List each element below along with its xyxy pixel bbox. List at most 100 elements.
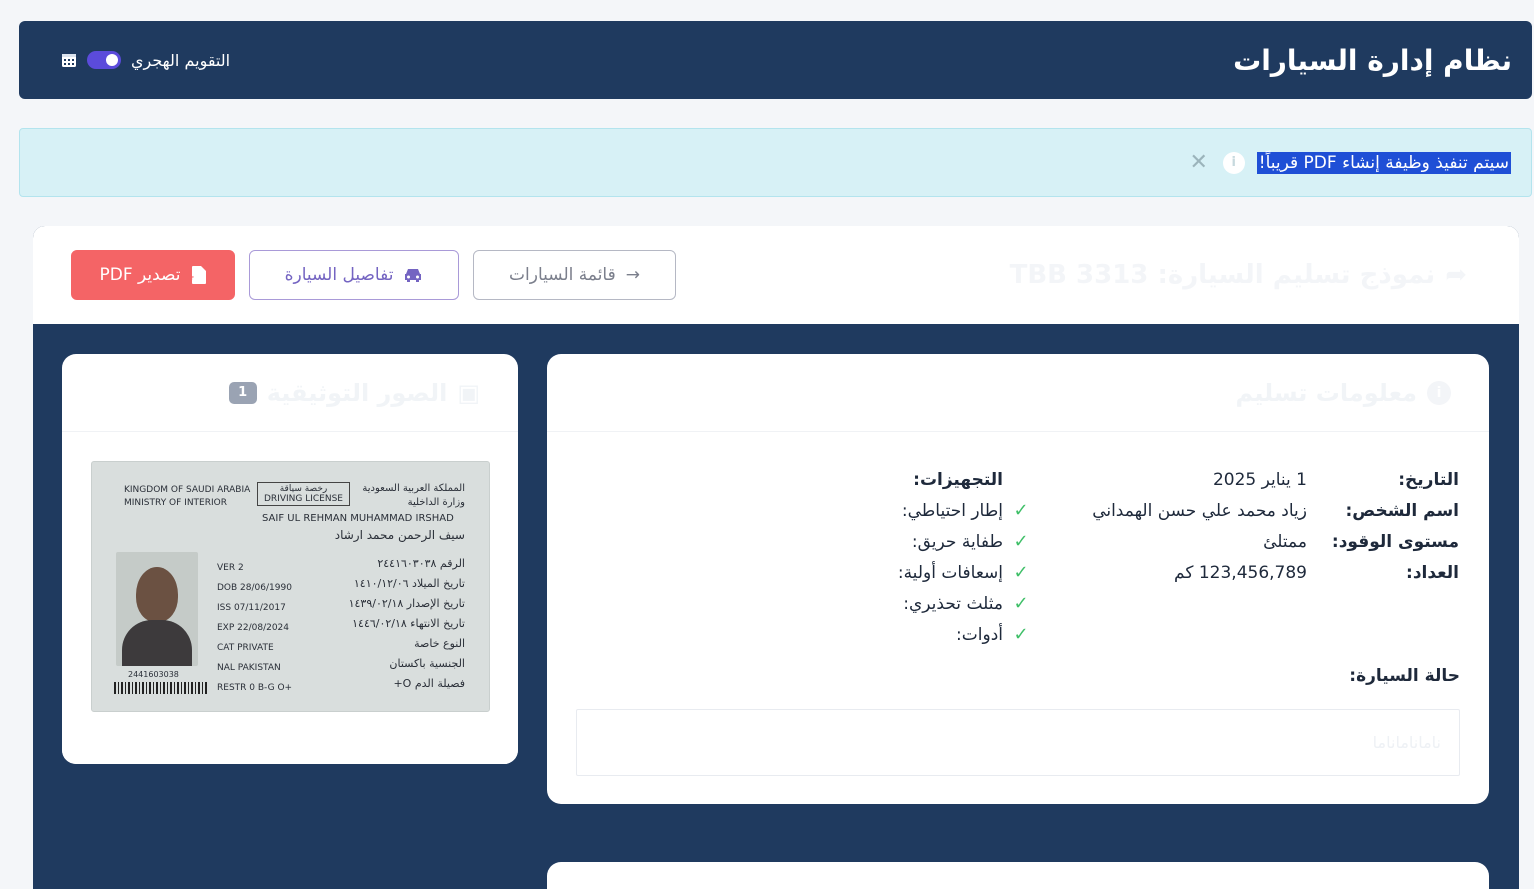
field-person-name: اسم الشخص: زياد محمد علي حسن الهمداني [1029, 495, 1459, 526]
license-text: تاريخ الميلاد ١٤١٠/١٢/٠٦ [353, 577, 465, 590]
equipment-label: إطار احتياطي: [901, 500, 1003, 521]
close-icon[interactable]: ✕ [1187, 150, 1211, 175]
license-text: VER 2 [217, 563, 244, 573]
equipment-list: التجهيزات: إطار احتياطي: ✓ طفاية حريق: ✓… [583, 464, 1029, 650]
alert-message: سيتم تنفيذ وظيفة إنشاء PDF قريباً! [1256, 151, 1511, 174]
license-text: EXP 22/08/2024 [217, 623, 290, 633]
license-text: DOB 28/06/1990 [217, 583, 292, 593]
field-fuel-level: مستوى الوقود: ممتلئ [1029, 526, 1459, 557]
license-text: تاريخ الانتهاء ١٤٤٦/٠٢/١٨ [352, 617, 465, 630]
license-text: ISS 07/11/2017 [217, 603, 286, 613]
license-barcode-number: 2441603038 [128, 670, 179, 679]
field-date: التاريخ: 1 يناير 2025 [1029, 464, 1459, 495]
equipment-item: طفاية حريق: ✓ [583, 526, 1029, 557]
page-title: ➦ نموذج تسليم السيارة: TBB 3313 [1010, 260, 1467, 290]
license-fields-ar: الرقم ٢٤٤١٦٠٣٠٣٨ تاريخ الميلاد ١٤١٠/١٢/٠… [349, 554, 465, 694]
hijri-label: التقويم الهجري [131, 50, 231, 70]
license-text: RESTR 0 B-G O+ [217, 683, 293, 693]
field-value: زياد محمد علي حسن الهمداني [1092, 500, 1307, 521]
equipment-item: مثلث تحذيري: ✓ [583, 588, 1028, 619]
license-text: DRIVING LICENSE [264, 494, 343, 504]
card-header: ➦ نموذج تسليم السيارة: TBB 3313 PDF تصدي… [33, 226, 1519, 324]
hijri-toggle[interactable] [87, 51, 121, 69]
car-details-label: تفاصيل السيارة [284, 265, 394, 285]
check-icon: ✓ [1013, 500, 1029, 521]
photos-title: الصور التوثيقية [266, 378, 448, 407]
equipment-item: إطار احتياطي: ✓ [583, 495, 1029, 526]
svg-text:PDF: PDF [191, 276, 194, 282]
field-key: اسم الشخص: [1345, 500, 1459, 521]
delivery-info-title: معلومات تسليم [1235, 378, 1417, 407]
license-doc-type: رخصة سياقة DRIVING LICENSE [257, 482, 350, 506]
license-text: المملكة العربية السعودية [362, 483, 465, 494]
export-pdf-label: تصدير PDF [99, 265, 181, 285]
pdf-file-icon: PDF [191, 266, 206, 284]
equipment-label: أدوات: [956, 624, 1003, 645]
barcode-icon [114, 682, 209, 694]
portrait-face [136, 567, 178, 622]
page-title-text: نموذج تسليم السيارة: TBB 3313 [1009, 260, 1436, 290]
license-text: وزارة الداخلية [407, 497, 465, 508]
calendar-icon [62, 54, 76, 67]
delivery-fields: التاريخ: 1 يناير 2025 اسم الشخص: زياد مح… [1029, 464, 1459, 588]
export-pdf-button[interactable]: PDF تصدير PDF [71, 250, 235, 300]
car-list-label: قائمة السيارات [509, 265, 616, 285]
photos-header: ▣ الصور التوثيقية 1 [62, 354, 518, 432]
delivery-info-panel: i معلومات تسليم التاريخ: 1 يناير 2025 اس… [547, 354, 1489, 804]
equipment-title: التجهيزات: [913, 469, 1003, 490]
field-value: ممتلئ [1263, 531, 1307, 552]
photo-count-badge: 1 [228, 381, 257, 404]
info-icon: i [1427, 380, 1451, 405]
field-key: العداد: [1406, 562, 1459, 583]
delivery-info-header: i معلومات تسليم [547, 354, 1489, 432]
car-icon [405, 269, 422, 282]
app-header: نظام إدارة السيارات التقويم الهجري [19, 21, 1532, 99]
license-text: رخصة سياقة [279, 484, 328, 494]
license-fields-en: VER 2 DOB 28/06/1990 ISS 07/11/2017 EXP … [217, 558, 292, 698]
equipment-item: أدوات: ✓ [583, 619, 1029, 650]
license-text: NAL PAKISTAN [217, 663, 281, 673]
car-details-button[interactable]: تفاصيل السيارة [249, 250, 459, 300]
equipment-item: إسعافات أولية: ✓ [583, 557, 1029, 588]
portrait-shirt [122, 620, 192, 666]
header-actions: PDF تصدير PDF تفاصيل السيارة → قائمة الس… [71, 250, 676, 300]
license-text: فصيلة الدم O+ [393, 677, 465, 690]
field-key: مستوى الوقود: [1331, 531, 1459, 552]
equipment-label: مثلث تحذيري: [903, 593, 1003, 614]
documentation-photos-panel: ▣ الصور التوثيقية 1 KINGDOM OF SAUDI ARA… [62, 354, 518, 764]
equipment-label: طفاية حريق: [911, 531, 1003, 552]
car-condition-text: ناماناماناما [1372, 733, 1441, 752]
photo-gallery: KINGDOM OF SAUDI ARABIA MINISTRY OF INTE… [62, 432, 518, 764]
info-icon: i [1222, 151, 1245, 174]
car-list-button[interactable]: → قائمة السيارات [473, 250, 676, 300]
share-icon: ➦ [1445, 260, 1467, 290]
check-icon: ✓ [1013, 593, 1029, 614]
field-value: 123,456,789 كم [1174, 562, 1307, 583]
license-text: الرقم ٢٤٤١٦٠٣٠٣٨ [377, 557, 465, 570]
check-icon: ✓ [1013, 624, 1029, 645]
check-icon: ✓ [1013, 531, 1029, 552]
license-photo[interactable]: KINGDOM OF SAUDI ARABIA MINISTRY OF INTE… [91, 461, 490, 712]
next-panel [547, 862, 1489, 889]
license-en-header: KINGDOM OF SAUDI ARABIA MINISTRY OF INTE… [124, 484, 250, 510]
license-text: KINGDOM OF SAUDI ARABIA [124, 485, 251, 495]
car-condition-title: حالة السيارة: [1349, 666, 1460, 686]
car-condition-box: ناماناماناما [576, 709, 1460, 776]
app-title: نظام إدارة السيارات [1233, 43, 1512, 77]
delivery-form-card: ➦ نموذج تسليم السيارة: TBB 3313 PDF تصدي… [33, 226, 1519, 889]
equipment-label: إسعافات أولية: [897, 562, 1003, 583]
license-text: تاريخ الإصدار ١٤٣٩/٠٢/١٨ [348, 597, 465, 610]
license-name-en: SAIF UL REHMAN MUHAMMAD IRSHAD [262, 513, 454, 524]
license-text: النوع خاصة [414, 637, 465, 650]
field-key: التاريخ: [1398, 469, 1459, 490]
images-icon: ▣ [457, 378, 480, 407]
license-name-ar: سيف الرحمن محمد ارشاد [334, 528, 465, 542]
hijri-calendar-switch[interactable]: التقويم الهجري [61, 51, 230, 70]
field-odometer: العداد: 123,456,789 كم [1029, 557, 1459, 588]
license-portrait [116, 552, 198, 666]
field-value: 1 يناير 2025 [1212, 469, 1307, 490]
license-text: CAT PRIVATE [217, 643, 274, 653]
license-ar-header: المملكة العربية السعودية وزارة الداخلية [362, 482, 465, 510]
arrow-right-icon: → [625, 265, 640, 285]
license-text: الجنسية باكستان [389, 657, 465, 670]
